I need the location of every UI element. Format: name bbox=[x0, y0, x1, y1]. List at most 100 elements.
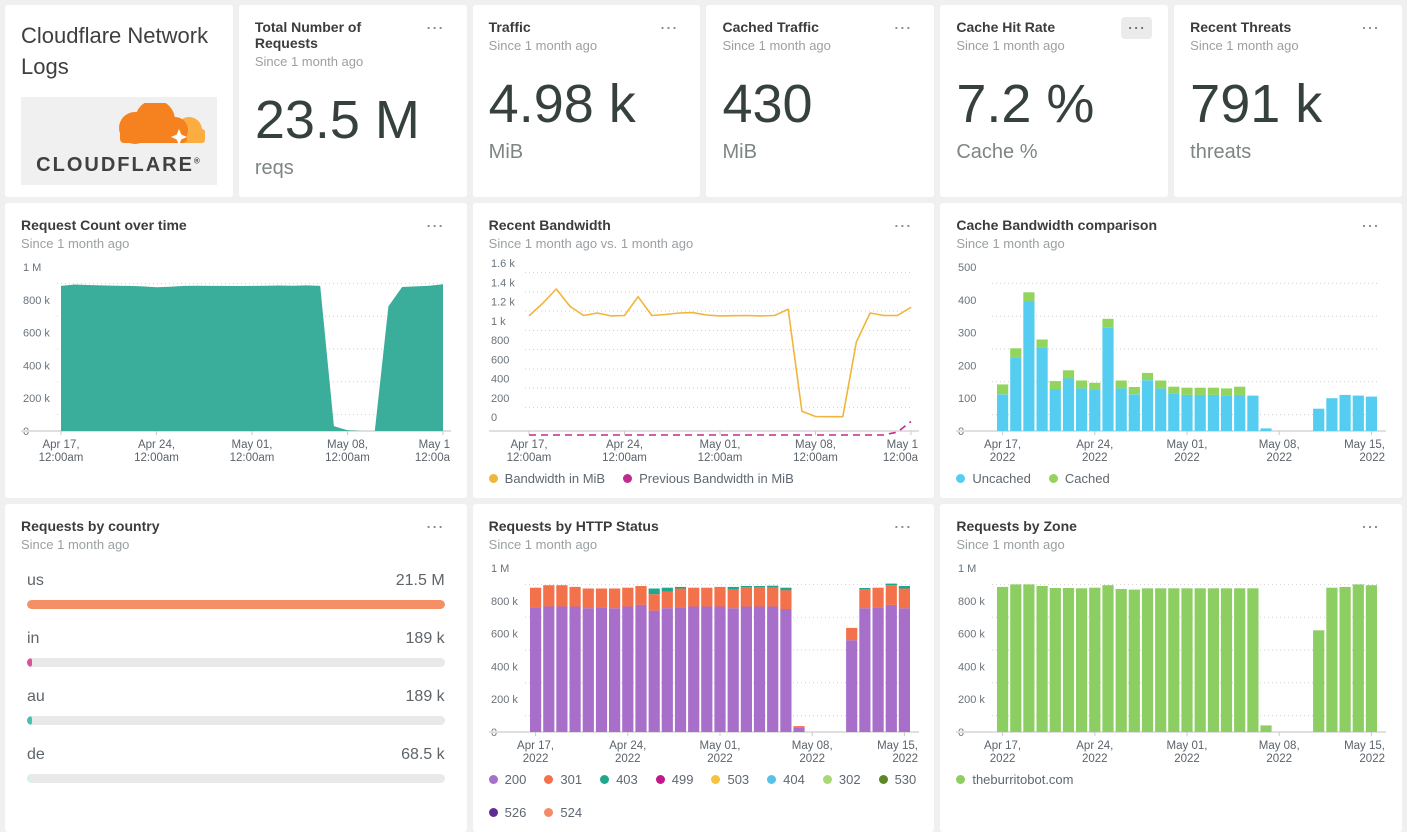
panel-header-logo: Cloudflare Network Logs CLOUDFLARE® bbox=[5, 5, 233, 197]
legend-label: theburritobot.com bbox=[972, 771, 1074, 787]
panel-requests-by-zone: Requests by Zone Since 1 month ago ⋯ 1 M… bbox=[940, 503, 1402, 832]
legend-item[interactable]: 503 bbox=[711, 772, 749, 787]
country-value: 189 k bbox=[405, 629, 445, 647]
panel-request-count: Request Count over time Since 1 month ag… bbox=[5, 202, 467, 498]
panel-total-requests: Total Number of Requests Since 1 month a… bbox=[238, 5, 467, 197]
svg-text:Apr 17,2022: Apr 17, 2022 bbox=[984, 740, 1021, 764]
legend-item[interactable]: 404 bbox=[767, 772, 805, 787]
requests-by-country-chart[interactable]: us 21.5 M in 189 k au 189 k de 68.5 k bbox=[21, 572, 451, 783]
country-label: us bbox=[27, 571, 44, 589]
panel-subtitle: Since 1 month ago bbox=[1190, 38, 1299, 53]
requests-by-zone-chart[interactable]: 1 M800 k600 k400 k200 k0Apr 17,2022Apr 2… bbox=[956, 556, 1387, 764]
svg-text:400 k: 400 k bbox=[958, 661, 985, 673]
legend-item[interactable]: 499 bbox=[655, 772, 693, 787]
svg-text:Apr 24,2022: Apr 24, 2022 bbox=[1077, 439, 1114, 463]
http-status-chart[interactable]: 1 M800 k600 k400 k200 k0Apr 17,2022Apr 2… bbox=[488, 556, 919, 764]
country-bar-track bbox=[27, 657, 445, 667]
panel-subtitle: Since 1 month ago bbox=[21, 536, 130, 552]
legend-item[interactable]: Cached bbox=[1048, 471, 1110, 486]
panel-menu-button[interactable]: ⋯ bbox=[1121, 17, 1153, 39]
legend-label: Previous Bandwidth in MiB bbox=[639, 470, 794, 486]
panel-menu-button[interactable]: ⋯ bbox=[1355, 516, 1386, 538]
panel-menu-button[interactable]: ⋯ bbox=[420, 516, 451, 538]
legend-label: 530 bbox=[894, 771, 917, 787]
legend-item[interactable]: Bandwidth in MiB bbox=[488, 470, 606, 486]
svg-text:May 01,2022: May 01, 2022 bbox=[1167, 439, 1208, 463]
legend-color-dot-icon bbox=[822, 774, 832, 784]
legend-item[interactable]: theburritobot.com bbox=[956, 771, 1074, 787]
svg-text:600 k: 600 k bbox=[958, 628, 985, 640]
stat-value: 791 k bbox=[1190, 74, 1323, 134]
country-row[interactable]: in 189 k bbox=[27, 630, 445, 667]
recent-bandwidth-chart[interactable]: 1.6 k 1.4 k 1.2 k 1 k 800 600 400 200 0 Apr 17, 12… bbox=[488, 255, 919, 463]
country-row[interactable]: de 68.5 k bbox=[27, 746, 445, 783]
panel-title: Cached Traffic bbox=[722, 19, 819, 35]
panel-menu-button[interactable]: ⋯ bbox=[887, 215, 918, 237]
svg-text:100: 100 bbox=[958, 393, 976, 405]
panel-menu-button[interactable]: ⋯ bbox=[420, 17, 451, 39]
legend-label: Bandwidth in MiB bbox=[504, 470, 606, 486]
panel-menu-button[interactable]: ⋯ bbox=[887, 516, 918, 538]
cloudflare-logo: CLOUDFLARE® bbox=[21, 96, 217, 185]
legend-item[interactable]: 302 bbox=[822, 772, 861, 787]
chart-legend: Bandwidth in MiB Previous Bandwidth in Mi… bbox=[488, 470, 919, 486]
country-row[interactable]: us 21.5 M bbox=[27, 572, 445, 609]
stat-unit: MiB bbox=[488, 141, 524, 163]
country-value: 21.5 M bbox=[395, 571, 445, 589]
panel-cache-bandwidth: Cache Bandwidth comparison Since 1 month… bbox=[940, 202, 1402, 498]
svg-text:1 M: 1 M bbox=[23, 262, 41, 274]
svg-text:May 01,12:00am: May 01, 12:00am bbox=[230, 439, 275, 463]
legend-item[interactable]: 403 bbox=[600, 772, 638, 787]
legend-color-dot-icon bbox=[623, 473, 633, 483]
svg-text:200: 200 bbox=[491, 392, 509, 404]
panel-title: Requests by Zone bbox=[956, 517, 1077, 534]
cache-bandwidth-chart[interactable]: 5004003002001000Apr 17,2022Apr 24,2022Ma… bbox=[956, 255, 1387, 463]
panel-menu-button[interactable]: ⋯ bbox=[653, 17, 684, 39]
panel-subtitle: Since 1 month ago bbox=[488, 536, 598, 552]
svg-text:800 k: 800 k bbox=[23, 294, 50, 306]
country-row[interactable]: au 189 k bbox=[27, 688, 445, 725]
legend-label: Uncached bbox=[972, 470, 1031, 486]
svg-text:May 112:00a: May 1 12:00a bbox=[882, 439, 918, 463]
panel-cache-hit-rate: Cache Hit Rate Since 1 month ago ⋯ 7.2 %… bbox=[940, 5, 1169, 197]
legend-item[interactable]: Uncached bbox=[956, 471, 1031, 486]
panel-menu-button[interactable]: ⋯ bbox=[1355, 17, 1386, 39]
country-bar-track bbox=[27, 599, 445, 609]
svg-text:May 08,12:00am: May 08, 12:00am bbox=[325, 439, 370, 463]
svg-text:400: 400 bbox=[958, 294, 976, 306]
legend-label: 403 bbox=[616, 771, 638, 787]
legend-color-dot-icon bbox=[544, 774, 554, 784]
panel-title: Requests by HTTP Status bbox=[488, 517, 659, 534]
legend-item[interactable]: 530 bbox=[878, 771, 917, 787]
svg-text:1.4 k: 1.4 k bbox=[491, 277, 515, 289]
svg-text:500: 500 bbox=[958, 262, 976, 274]
panel-menu-button[interactable]: ⋯ bbox=[1355, 215, 1386, 237]
panel-traffic: Traffic Since 1 month ago ⋯ 4.98 k MiB bbox=[472, 5, 701, 197]
panel-title: Recent Bandwidth bbox=[488, 216, 611, 233]
legend-item[interactable]: 200 bbox=[488, 772, 526, 787]
request-count-chart[interactable]: 1 M800 k600 k400 k200 k0Apr 17,12:00amAp… bbox=[21, 255, 451, 463]
legend-color-dot-icon bbox=[488, 473, 498, 483]
svg-text:200 k: 200 k bbox=[958, 694, 985, 706]
svg-text:May 01,2022: May 01, 2022 bbox=[699, 740, 740, 764]
svg-text:800 k: 800 k bbox=[958, 595, 985, 607]
panel-subtitle: Since 1 month ago bbox=[488, 38, 598, 53]
svg-text:0: 0 bbox=[491, 412, 497, 424]
legend-item[interactable]: 526 bbox=[488, 804, 527, 820]
panel-title: Traffic bbox=[488, 19, 531, 35]
legend-item[interactable]: Previous Bandwidth in MiB bbox=[623, 471, 794, 486]
legend-item[interactable]: 301 bbox=[544, 772, 582, 787]
panel-title: Request Count over time bbox=[21, 216, 187, 233]
legend-label: 526 bbox=[504, 804, 527, 820]
panel-menu-button[interactable]: ⋯ bbox=[420, 215, 451, 237]
legend-item[interactable]: 524 bbox=[544, 805, 582, 820]
dashboard: Cloudflare Network Logs CLOUDFLARE® Tota… bbox=[0, 0, 1407, 832]
panel-title: Cache Bandwidth comparison bbox=[956, 216, 1158, 233]
legend-color-dot-icon bbox=[711, 774, 721, 784]
panel-title: Cache Hit Rate bbox=[956, 19, 1056, 35]
panel-menu-button[interactable]: ⋯ bbox=[887, 17, 918, 39]
country-label: au bbox=[27, 687, 45, 705]
stat-value: 4.98 k bbox=[488, 74, 636, 134]
svg-text:May 08,2022: May 08, 2022 bbox=[1259, 439, 1300, 463]
svg-text:Apr 24,2022: Apr 24, 2022 bbox=[609, 740, 646, 764]
